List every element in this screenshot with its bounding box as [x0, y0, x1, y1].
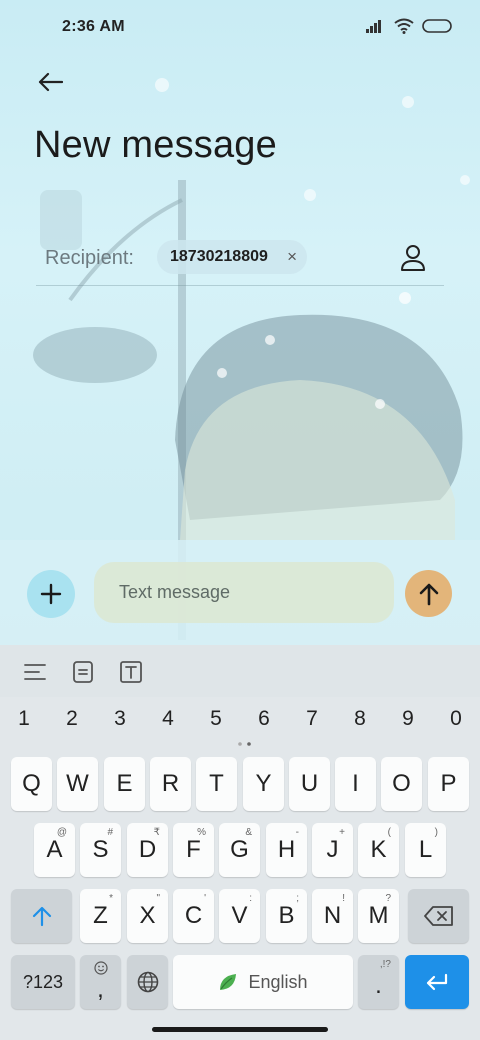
plus-icon — [40, 583, 62, 605]
language-key[interactable] — [127, 955, 168, 1009]
backspace-icon — [423, 906, 453, 926]
key-6[interactable]: 6 — [249, 707, 279, 731]
backspace-key[interactable] — [408, 889, 469, 943]
page-title: New message — [34, 124, 277, 166]
key-2[interactable]: 2 — [57, 707, 87, 731]
key-c[interactable]: ' C — [173, 889, 214, 943]
key-s[interactable]: # S — [80, 823, 121, 877]
page-dots-icon — [238, 742, 251, 746]
enter-key[interactable] — [405, 955, 469, 1009]
key-w[interactable]: W — [57, 757, 98, 811]
key-a[interactable]: @ A — [34, 823, 75, 877]
key-z[interactable]: * Z — [80, 889, 121, 943]
key-n[interactable]: ! N — [312, 889, 353, 943]
key-q[interactable]: Q — [11, 757, 52, 811]
globe-icon — [137, 971, 158, 993]
key-r[interactable]: R — [150, 757, 191, 811]
person-icon — [401, 245, 425, 271]
recipient-chip-number: 18730218809 — [170, 248, 268, 265]
keyboard-toolbar — [0, 645, 480, 697]
key-4[interactable]: 4 — [153, 707, 183, 731]
emoji-icon — [94, 961, 108, 975]
text-box-icon — [120, 661, 142, 683]
back-button[interactable] — [30, 62, 70, 102]
remove-recipient-button[interactable]: × — [287, 247, 297, 267]
key-p[interactable]: P — [428, 757, 469, 811]
recipient-row[interactable]: Recipient: 18730218809 × — [36, 236, 444, 286]
compose-bar: Text message — [0, 540, 480, 645]
shift-arrow-icon — [32, 906, 51, 927]
key-9[interactable]: 9 — [393, 707, 423, 731]
home-indicator[interactable] — [152, 1027, 328, 1032]
message-placeholder: Text message — [119, 582, 231, 602]
key-k[interactable]: (K — [358, 823, 399, 877]
key-h[interactable]: -H — [266, 823, 307, 877]
period-key[interactable]: ,!? . — [358, 955, 399, 1009]
menu-lines-icon — [24, 664, 46, 680]
arrow-up-icon — [419, 583, 438, 605]
key-l[interactable]: ) L — [405, 823, 446, 877]
key-b[interactable]: ; B — [266, 889, 307, 943]
keyboard-menu-button[interactable] — [22, 659, 48, 685]
emoji-comma-key[interactable]: , — [80, 955, 121, 1009]
key-3[interactable]: 3 — [105, 707, 135, 731]
shift-key[interactable] — [11, 889, 72, 943]
select-contact-button[interactable] — [396, 241, 430, 275]
message-input[interactable]: Text message — [94, 562, 394, 623]
symbols-key[interactable]: ?123 — [11, 955, 75, 1009]
key-v[interactable]: :V — [219, 889, 260, 943]
arrow-left-icon — [38, 72, 63, 92]
key-m[interactable]: ? M — [358, 889, 399, 943]
keyboard: 1 2 3 4 5 6 7 8 9 0 Q W E R T Y U I O P … — [0, 645, 480, 1040]
recipient-label: Recipient: — [45, 247, 134, 269]
status-icons — [366, 18, 452, 34]
key-y[interactable]: Y — [243, 757, 284, 811]
key-0[interactable]: 0 — [441, 707, 471, 731]
key-8[interactable]: 8 — [345, 707, 375, 731]
space-key[interactable]: English — [173, 955, 353, 1009]
key-d[interactable]: ₹ D — [127, 823, 168, 877]
key-g[interactable]: & G — [219, 823, 260, 877]
wifi-icon — [394, 18, 414, 34]
key-5[interactable]: 5 — [201, 707, 231, 731]
battery-icon — [422, 19, 452, 33]
status-time: 2:36 AM — [62, 18, 125, 35]
key-f[interactable]: % F — [173, 823, 214, 877]
clipboard-icon — [73, 661, 93, 683]
attach-button[interactable] — [27, 570, 75, 618]
enter-icon — [426, 973, 448, 991]
send-button[interactable] — [405, 570, 452, 617]
key-7[interactable]: 7 — [297, 707, 327, 731]
status-bar: 2:36 AM — [0, 0, 480, 56]
key-u[interactable]: U — [289, 757, 330, 811]
space-language-label: English — [248, 971, 308, 992]
text-edit-button[interactable] — [118, 659, 144, 685]
signal-icon — [366, 20, 381, 33]
clipboard-button[interactable] — [70, 659, 96, 685]
recipient-chip[interactable]: 18730218809 × — [157, 240, 307, 274]
key-x[interactable]: " X — [127, 889, 168, 943]
key-e[interactable]: E — [104, 757, 145, 811]
key-1[interactable]: 1 — [9, 707, 39, 731]
number-row: 1 2 3 4 5 6 7 8 9 0 — [0, 707, 480, 739]
leaf-icon — [220, 974, 237, 990]
key-j[interactable]: + J — [312, 823, 353, 877]
key-i[interactable]: I — [335, 757, 376, 811]
key-o[interactable]: O — [381, 757, 422, 811]
key-t[interactable]: T — [196, 757, 237, 811]
